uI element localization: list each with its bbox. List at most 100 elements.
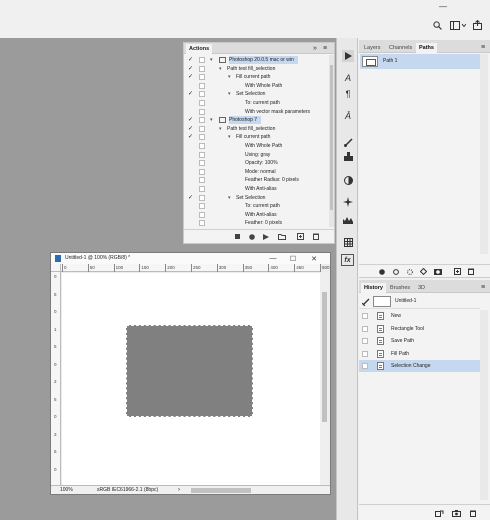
- dialog-toggle-box[interactable]: [199, 74, 205, 81]
- history-snapshot[interactable]: Untitled-1: [359, 294, 480, 309]
- dialog-toggle-box[interactable]: [199, 151, 205, 158]
- expand-arrow-icon[interactable]: ▾: [228, 90, 231, 98]
- horizontal-ruler[interactable]: 0 50 100 150 200 250 300 350 400 450 500: [61, 264, 330, 272]
- history-source-box[interactable]: [362, 313, 368, 319]
- new-set-folder-icon[interactable]: [277, 233, 286, 240]
- maximize-button[interactable]: ☐: [287, 254, 299, 263]
- paths-scrollbar[interactable]: [480, 54, 488, 254]
- close-button[interactable]: ✕: [308, 254, 320, 263]
- adjustments-icon[interactable]: [342, 174, 354, 186]
- action-row[interactable]: ✓ ▾ Photoshop 20.0.5 mac or win: [184, 56, 329, 64]
- toggle-check-icon[interactable]: ✓: [188, 194, 194, 202]
- glyphs-icon[interactable]: Ā: [342, 110, 354, 122]
- add-mask-icon[interactable]: [434, 268, 442, 275]
- toggle-check-icon[interactable]: ✓: [188, 133, 194, 141]
- action-row[interactable]: With Whole Path: [184, 82, 329, 90]
- dialog-toggle-box[interactable]: [199, 211, 205, 218]
- delete-icon[interactable]: [312, 233, 320, 240]
- dialog-toggle-box[interactable]: [199, 82, 205, 89]
- action-row[interactable]: To: current path: [184, 99, 329, 107]
- dialog-toggle-box[interactable]: [199, 65, 205, 72]
- dialog-toggle-box[interactable]: [199, 57, 205, 63]
- history-source-box[interactable]: [362, 325, 368, 332]
- zoom-level[interactable]: 100%: [60, 486, 73, 495]
- toggle-check-icon[interactable]: ✓: [188, 65, 194, 73]
- history-state-row[interactable]: Selection Change: [359, 360, 480, 372]
- play-icon[interactable]: [262, 233, 269, 240]
- vertical-ruler[interactable]: 0 5 0 1 5 0 2 5 0 3 5 0: [51, 272, 61, 485]
- action-row[interactable]: With Whole Path: [184, 142, 329, 150]
- tab-history[interactable]: History: [361, 283, 386, 293]
- minimize-button[interactable]: —: [267, 254, 279, 263]
- toggle-check-icon[interactable]: ✓: [188, 90, 194, 98]
- expand-arrow-icon[interactable]: ▾: [219, 125, 222, 133]
- panel-menu-icon[interactable]: ≡: [479, 42, 487, 52]
- status-menu-arrow[interactable]: ›: [178, 486, 180, 495]
- action-row[interactable]: Feather: 0 pixels: [184, 219, 329, 227]
- vertical-scrollbar[interactable]: [320, 272, 329, 485]
- expand-arrow-icon[interactable]: ▾: [228, 73, 231, 81]
- make-work-path-icon[interactable]: [420, 268, 427, 275]
- stop-icon[interactable]: [234, 233, 241, 240]
- history-source-box[interactable]: [362, 363, 368, 369]
- action-row[interactable]: ✓ ▾ Path test fill_selection: [184, 125, 329, 133]
- action-row[interactable]: Opacity: 100%: [184, 159, 329, 167]
- action-row[interactable]: ✓ ▾ Path test fill_selection: [184, 65, 329, 73]
- action-row[interactable]: ✓ ▾ Fill current path: [184, 73, 329, 81]
- dialog-toggle-box[interactable]: [199, 186, 205, 192]
- dialog-toggle-box[interactable]: [199, 134, 205, 141]
- tab-paths[interactable]: Paths: [416, 43, 437, 53]
- action-row[interactable]: ✓ ▾ Set Selection: [184, 194, 329, 202]
- tab-actions[interactable]: Actions: [186, 44, 213, 54]
- delete-state-icon[interactable]: [469, 509, 477, 517]
- action-row[interactable]: ✓ ▾ Fill current path: [184, 133, 329, 141]
- load-as-selection-icon[interactable]: [406, 268, 413, 275]
- action-row[interactable]: ✓ ▾ Set Selection: [184, 90, 329, 98]
- toggle-check-icon[interactable]: ✓: [188, 116, 194, 124]
- fill-path-icon[interactable]: [378, 268, 385, 275]
- clone-source-icon[interactable]: [342, 150, 354, 162]
- action-row[interactable]: With vector mask parameters: [184, 108, 329, 116]
- toggle-check-icon[interactable]: ✓: [188, 56, 194, 64]
- actions-scroll-thumb[interactable]: [330, 65, 333, 210]
- action-row[interactable]: Using: gray: [184, 151, 329, 159]
- panel-menu-icon[interactable]: ≡: [321, 43, 329, 53]
- tab-layers[interactable]: Layers: [361, 43, 384, 53]
- fx-icon[interactable]: fx: [341, 254, 354, 266]
- horizontal-scroll-thumb[interactable]: [191, 488, 251, 493]
- dialog-toggle-box[interactable]: [199, 108, 205, 115]
- action-row[interactable]: To: current path: [184, 202, 329, 210]
- document-title-bar[interactable]: Untitled-1 @ 100% (RGB/8) * — ☐ ✕: [51, 253, 330, 264]
- history-scrollbar[interactable]: [480, 310, 488, 500]
- dialog-toggle-box[interactable]: [199, 125, 205, 132]
- history-brush-source-icon[interactable]: [362, 298, 370, 306]
- vertical-scroll-thumb[interactable]: [322, 292, 327, 422]
- ruler-origin[interactable]: [51, 264, 61, 272]
- record-icon[interactable]: [248, 233, 255, 240]
- dialog-toggle-box[interactable]: [199, 177, 205, 184]
- dialog-toggle-box[interactable]: [199, 117, 205, 124]
- toggle-check-icon[interactable]: ✓: [188, 73, 194, 81]
- tab-3d[interactable]: 3D: [415, 283, 428, 293]
- expand-arrow-icon[interactable]: ▾: [228, 194, 231, 202]
- expand-arrow-icon[interactable]: ▾: [228, 133, 231, 141]
- history-state-row[interactable]: New: [359, 310, 480, 322]
- history-source-box[interactable]: [362, 350, 368, 357]
- panel-menu-icon[interactable]: ≡: [479, 282, 487, 292]
- brush-icon[interactable]: [342, 136, 354, 148]
- dialog-toggle-box[interactable]: [199, 160, 205, 167]
- snapshot-camera-icon[interactable]: [452, 509, 461, 517]
- path-row[interactable]: Path 1: [360, 54, 481, 69]
- action-row[interactable]: With Anti-alias: [184, 185, 329, 193]
- history-source-box[interactable]: [362, 338, 368, 344]
- search-icon[interactable]: [432, 20, 442, 30]
- action-row[interactable]: Mode: normal: [184, 168, 329, 176]
- history-state-row[interactable]: Fill Path: [359, 348, 480, 360]
- new-action-icon[interactable]: [296, 233, 304, 240]
- document-canvas[interactable]: [62, 273, 320, 485]
- dialog-toggle-box[interactable]: [199, 203, 205, 210]
- collapse-panel-icon[interactable]: »: [311, 43, 319, 53]
- dialog-toggle-box[interactable]: [199, 220, 205, 227]
- actions-scrollbar[interactable]: [329, 55, 334, 227]
- new-document-from-state-icon[interactable]: [435, 509, 444, 517]
